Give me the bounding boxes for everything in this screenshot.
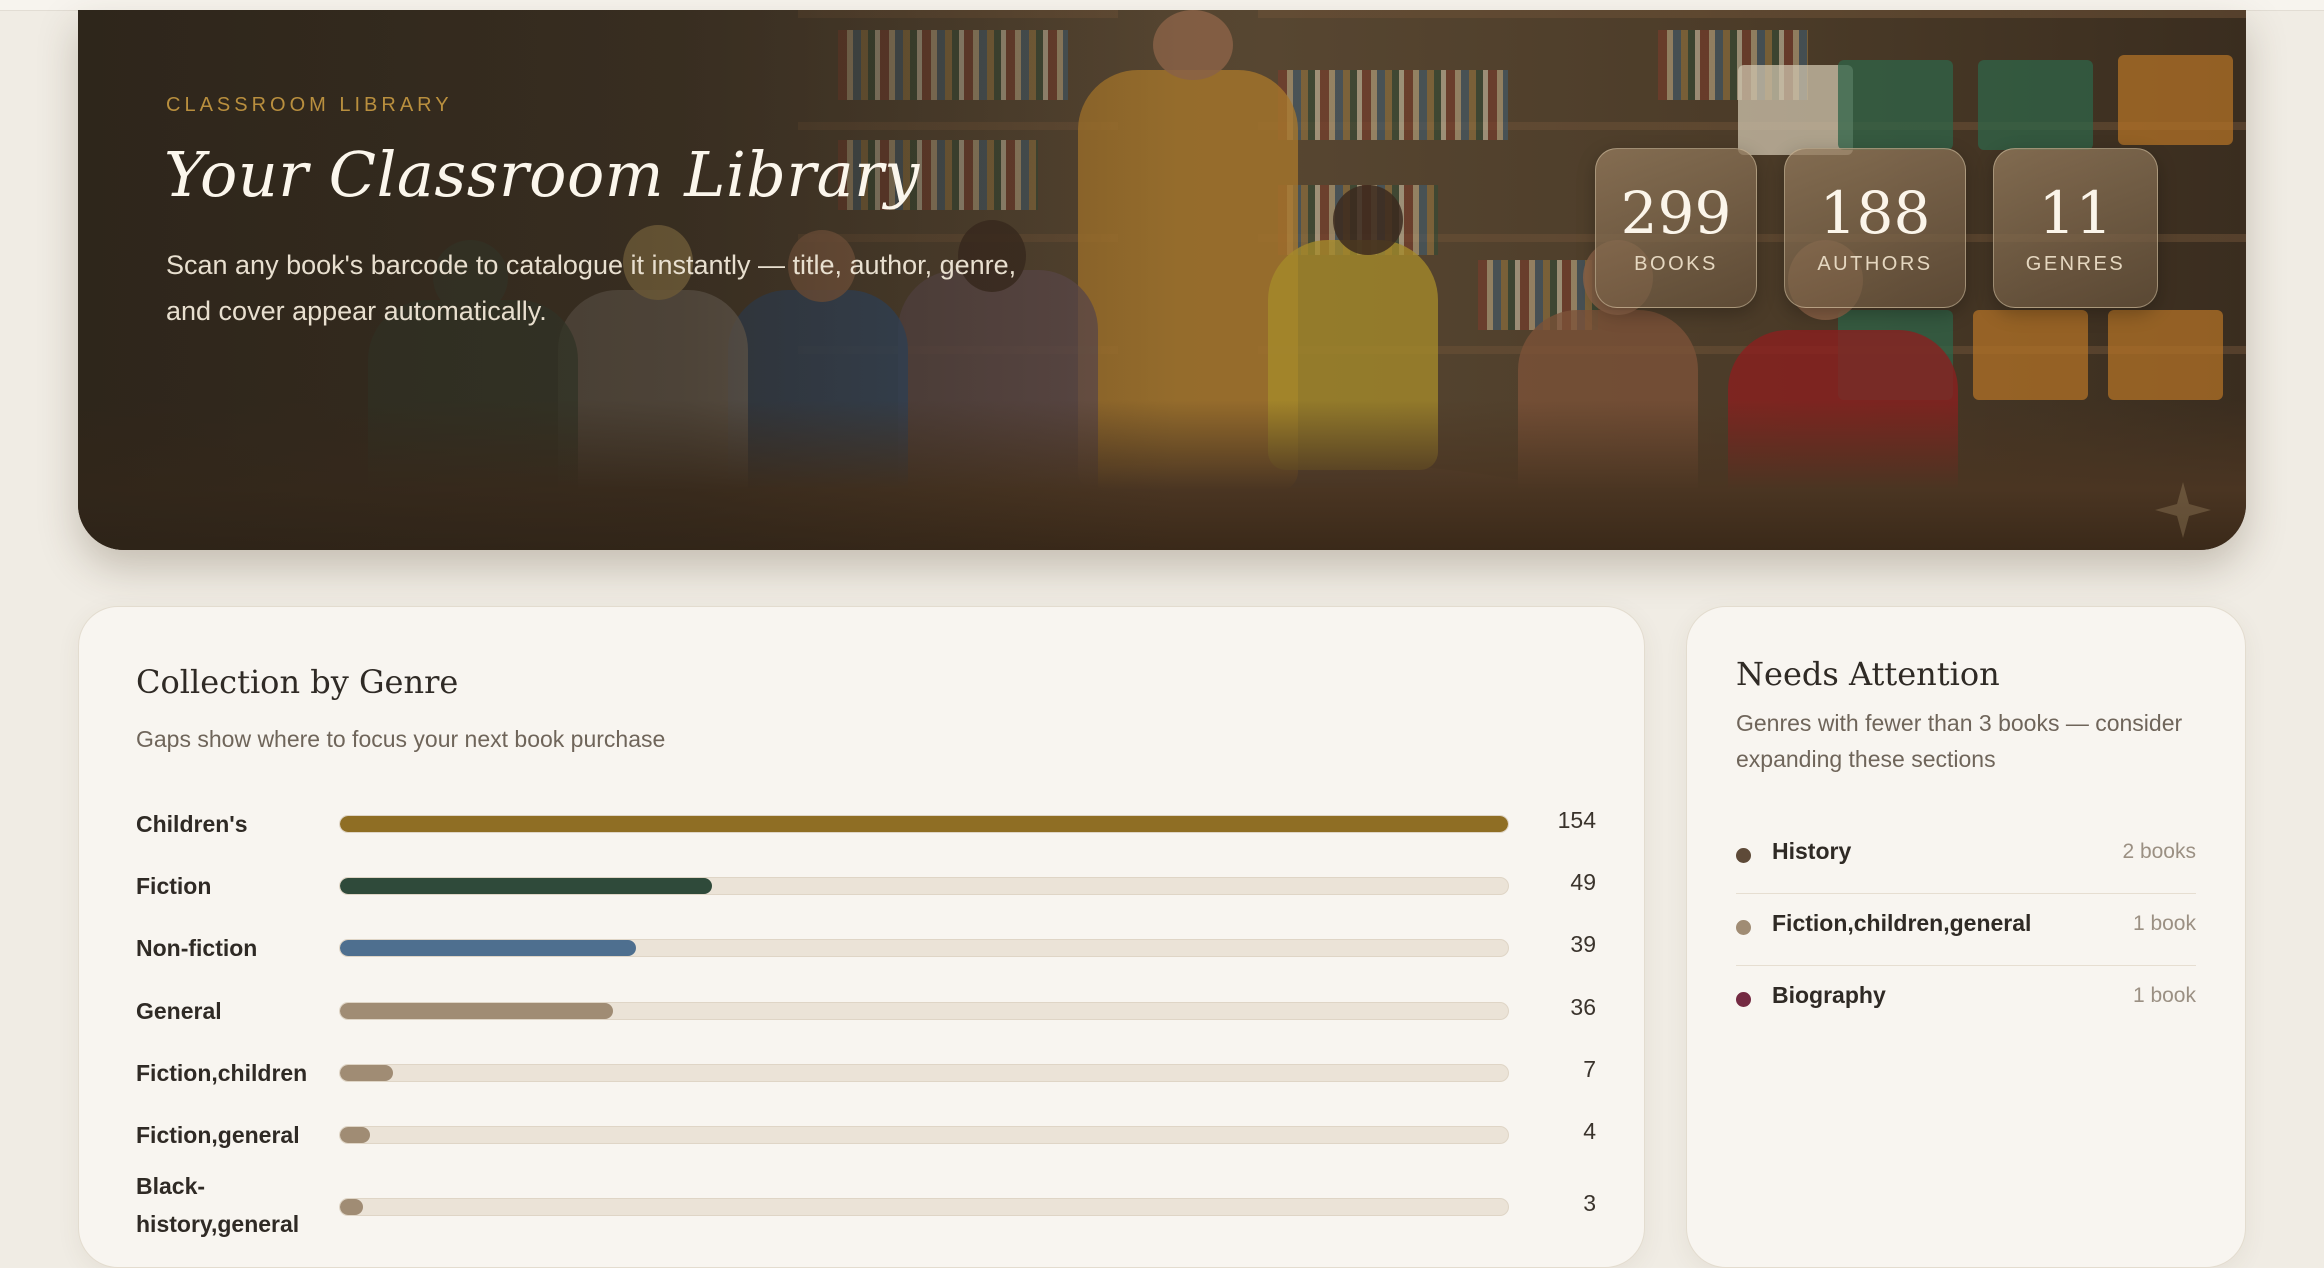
card-subtitle: Gaps show where to focus your next book …: [136, 726, 666, 752]
genre-name: Biography: [1772, 982, 1886, 1008]
genre-count-label: 49: [1570, 869, 1596, 895]
stat-label: BOOKS: [1634, 253, 1718, 275]
genre-label: Non-fiction: [136, 935, 258, 961]
genre-bar-track: [339, 815, 1509, 833]
stat-label: AUTHORS: [1817, 253, 1933, 275]
genre-bar-row: Black-history,general 3: [136, 1173, 1596, 1237]
genre-bar: [340, 1003, 614, 1019]
bin-decoration: [2108, 310, 2223, 400]
genre-bar: [340, 816, 1508, 832]
genre-label: Black-history,general: [136, 1173, 300, 1237]
genre-count: 2 books: [2122, 840, 2196, 863]
sparkle-icon: [2155, 482, 2211, 538]
stat-value: 188: [1819, 179, 1931, 247]
genre-bar-track: [339, 1002, 1509, 1020]
stat-books: 299 BOOKS: [1595, 148, 1757, 308]
genre-label: General: [136, 998, 222, 1024]
stat-label: GENRES: [2025, 253, 2126, 275]
collection-by-genre-card: Collection by Genre Gaps show where to f…: [78, 606, 1645, 1268]
genre-bar-row: Fiction,children 7: [136, 1054, 1596, 1104]
bin-decoration: [1738, 65, 1853, 155]
genre-bar-track: [339, 1198, 1509, 1216]
hero-eyebrow: CLASSROOM LIBRARY: [166, 94, 453, 116]
genre-label: Fiction,children: [136, 1060, 308, 1086]
genre-bar: [340, 878, 712, 894]
genre-bar-track: [339, 877, 1509, 895]
genre-bar-track: [339, 1126, 1509, 1144]
genre-bar-row: Children's 154: [136, 805, 1596, 855]
card-title: Needs Attention: [1736, 655, 2000, 693]
child-head: [1333, 185, 1403, 255]
genre-bar-row: Fiction 49: [136, 867, 1596, 917]
genre-bar-row: Non-fiction 39: [136, 929, 1596, 979]
genre-dot: [1736, 920, 1751, 935]
card-title: Collection by Genre: [136, 663, 459, 701]
genre-count-label: 36: [1570, 994, 1596, 1020]
genre-name: History: [1772, 838, 1852, 864]
hero-subtitle: Scan any book's barcode to catalogue it …: [166, 250, 1017, 326]
genre-bar: [340, 1199, 363, 1215]
bin-decoration: [2118, 55, 2233, 145]
bin-decoration: [1978, 60, 2093, 150]
genre-name: Fiction,children,general: [1772, 910, 2032, 936]
needs-attention-card: Needs Attention Genres with fewer than 3…: [1686, 606, 2246, 1268]
genre-bar-row: Fiction,general 4: [136, 1116, 1596, 1166]
attention-item-history[interactable]: History 2 books: [1736, 821, 2196, 894]
genre-count: 1 book: [2132, 984, 2196, 1007]
attention-item-fiction-children-general[interactable]: Fiction,children,general 1 book: [1736, 893, 2196, 966]
genre-dot: [1736, 848, 1751, 863]
genre-bar: [340, 1065, 394, 1081]
bin-decoration: [1973, 310, 2088, 400]
bin-decoration: [1838, 60, 1953, 150]
stat-authors: 188 AUTHORS: [1784, 148, 1966, 308]
genre-label: Children's: [136, 811, 248, 837]
genre-count-label: 39: [1570, 931, 1596, 957]
genre-bar-row: General 36: [136, 992, 1596, 1042]
genre-count: 1 book: [2132, 912, 2196, 935]
hero-title: Your Classroom Library: [164, 138, 920, 211]
genre-count-label: 7: [1583, 1056, 1596, 1082]
card-subtitle: Genres with fewer than 3 books — conside…: [1736, 710, 2183, 772]
genre-bar-track: [339, 1064, 1509, 1082]
stat-value: 11: [2038, 179, 2113, 247]
stat-value: 299: [1620, 179, 1732, 247]
books-decoration: [1278, 70, 1508, 140]
genre-bar: [340, 1127, 371, 1143]
attention-item-biography[interactable]: Biography 1 book: [1736, 965, 2196, 1037]
genre-label: Fiction: [136, 873, 212, 899]
stat-genres: 11 GENRES: [1993, 148, 2158, 308]
genre-count-label: 154: [1557, 807, 1596, 833]
genre-label: Fiction,general: [136, 1122, 300, 1148]
genre-count-label: 4: [1583, 1118, 1596, 1144]
hero-banner: CLASSROOM LIBRARY Your Classroom Library…: [78, 10, 2246, 550]
genre-count-label: 3: [1583, 1190, 1596, 1216]
genre-bar: [340, 940, 636, 956]
genre-bar-track: [339, 939, 1509, 957]
genre-dot: [1736, 992, 1751, 1007]
